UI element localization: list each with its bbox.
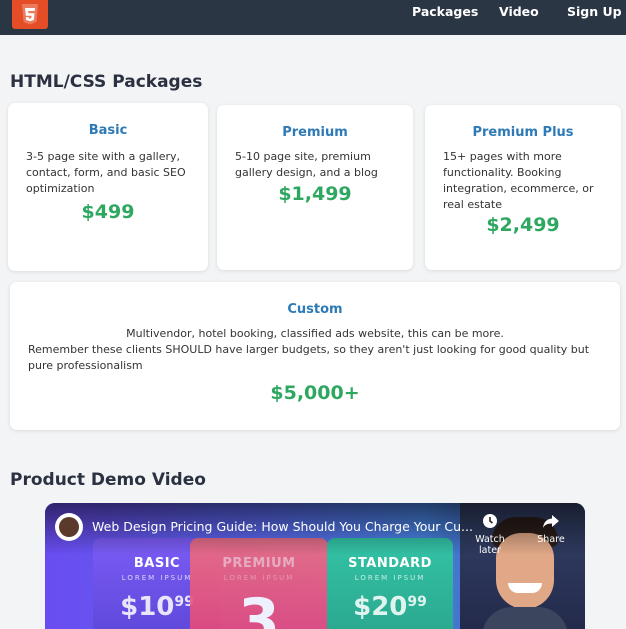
package-description: 15+ pages with more functionality. Booki… bbox=[443, 150, 594, 211]
package-price: $1,499 bbox=[278, 183, 352, 205]
html5-logo[interactable] bbox=[12, 0, 48, 29]
package-card-basic: Basic 3-5 page site with a gallery, cont… bbox=[8, 103, 208, 271]
package-price: $499 bbox=[81, 201, 135, 223]
package-name: Basic bbox=[88, 123, 128, 138]
watch-later-label: Watch later bbox=[475, 534, 505, 556]
share-button[interactable]: Share bbox=[529, 513, 573, 545]
nav-link-sign-up[interactable]: Sign Up bbox=[567, 4, 622, 19]
package-name: Premium Plus bbox=[472, 125, 574, 140]
video-title[interactable]: Web Design Pricing Guide: How Should You… bbox=[92, 519, 473, 534]
share-icon bbox=[543, 515, 559, 528]
package-description: 5-10 page site, premium gallery design, … bbox=[235, 150, 378, 179]
video-player[interactable]: BASIC LOREM IPSUM $1099 PREMIUM LOREM IP… bbox=[45, 503, 585, 629]
panel-price: $2099 bbox=[353, 592, 427, 622]
panel-price: 3 bbox=[238, 586, 280, 629]
package-card-custom: Custom Multivendor, hotel booking, class… bbox=[10, 282, 620, 430]
package-card-premium-plus: Premium Plus 15+ pages with more functio… bbox=[425, 105, 621, 270]
packages-heading: HTML/CSS Packages bbox=[10, 72, 203, 92]
share-label: Share bbox=[537, 534, 565, 545]
package-card-premium: Premium 5-10 page site, premium gallery … bbox=[217, 105, 413, 270]
package-name: Custom bbox=[287, 302, 343, 317]
watch-later-button[interactable]: Watch later bbox=[468, 513, 512, 556]
package-description: 3-5 page site with a gallery, contact, f… bbox=[26, 150, 186, 195]
panel-subtitle: LOREM IPSUM bbox=[354, 574, 426, 582]
nav-link-packages[interactable]: Packages bbox=[412, 4, 478, 19]
package-price: $2,499 bbox=[486, 214, 560, 236]
video-heading: Product Demo Video bbox=[10, 470, 206, 490]
html5-icon bbox=[22, 3, 38, 24]
top-navbar: Packages Video Sign Up bbox=[0, 0, 626, 35]
panel-subtitle: LOREM IPSUM bbox=[223, 574, 295, 582]
package-price: $5,000+ bbox=[270, 382, 360, 404]
nav-link-video[interactable]: Video bbox=[499, 4, 539, 19]
channel-avatar[interactable] bbox=[55, 513, 83, 541]
clock-icon bbox=[483, 514, 497, 528]
package-description-line1: Multivendor, hotel booking, classified a… bbox=[126, 327, 504, 340]
package-description-line2: Remember these clients SHOULD have large… bbox=[28, 343, 590, 372]
package-name: Premium bbox=[282, 125, 348, 140]
